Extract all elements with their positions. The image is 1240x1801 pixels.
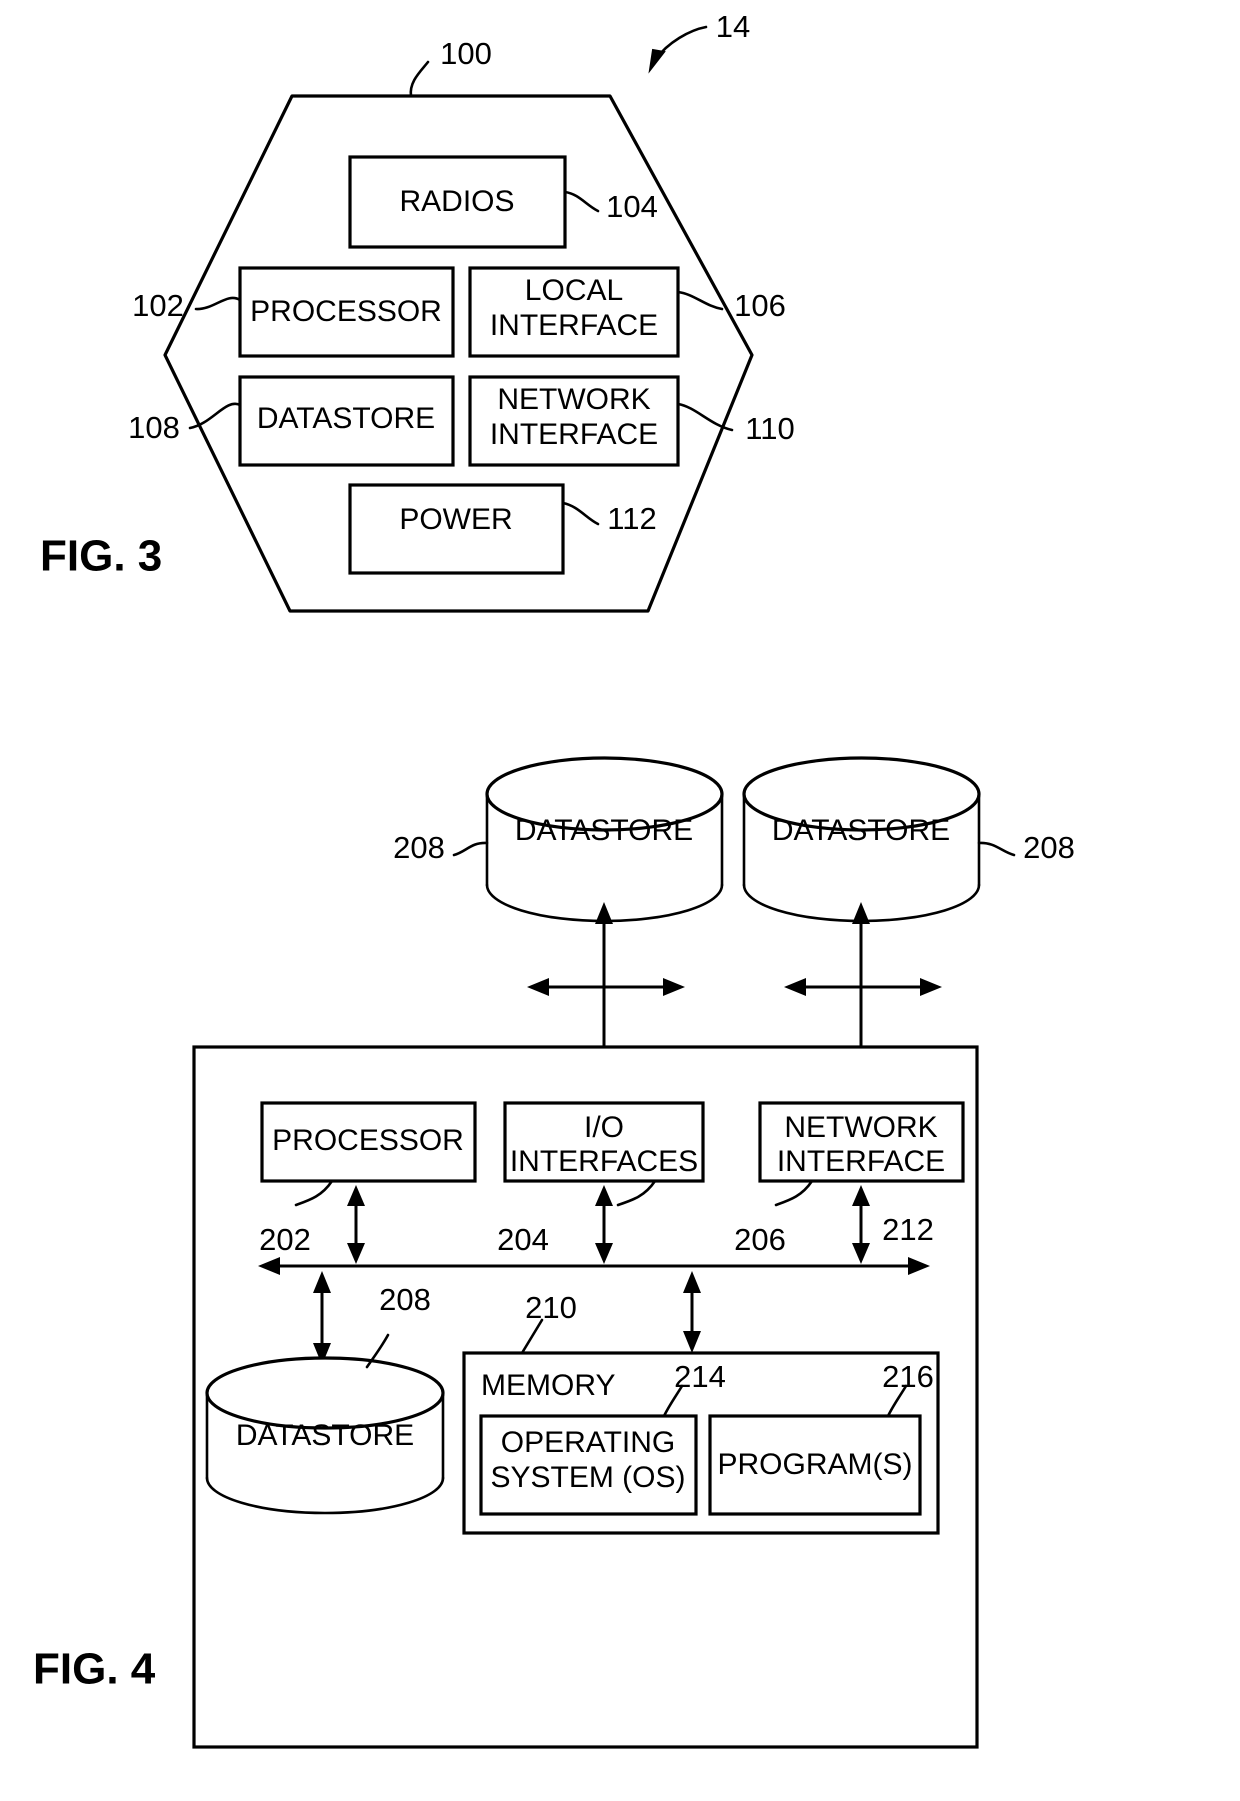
fig4-ref-208-top-left: 208 <box>393 830 445 865</box>
fig3-caption: FIG. 3 <box>40 532 162 581</box>
fig3-system-ref-14: 14 <box>648 9 750 74</box>
fig4-block-io-interfaces-label-1: I/O <box>584 1111 624 1144</box>
fig4-arrow-right-horizontal <box>784 978 942 996</box>
fig4-arrow-left-horizontal <box>527 978 685 996</box>
fig4-block-network-interface-label-2: INTERFACE <box>777 1145 945 1178</box>
fig4-datastore-top-right: DATASTORE 208 <box>742 756 1075 923</box>
fig4-ref-212-label: 212 <box>882 1212 934 1247</box>
fig3-block-datastore-label: DATASTORE <box>257 402 435 435</box>
fig3-block-radios: RADIOS 104 <box>348 155 658 249</box>
fig4-block-memory-label: MEMORY <box>481 1369 615 1402</box>
fig4-ref-202-label: 202 <box>259 1222 311 1257</box>
fig3-ref-104-label: 104 <box>606 189 658 224</box>
fig4-block-network-interface-label-1: NETWORK <box>784 1111 937 1144</box>
figure-4: DATASTORE 208 DATASTORE 208 PROCESSOR 20… <box>33 756 1075 1749</box>
fig3-ref-100-label: 100 <box>440 36 492 71</box>
fig4-ref-204-label: 204 <box>497 1222 549 1257</box>
fig4-ref-214-label: 214 <box>674 1359 726 1394</box>
fig3-ref-14-label: 14 <box>716 9 750 44</box>
fig4-datastore-bottom-label: DATASTORE <box>236 1419 414 1452</box>
fig4-ref-206-label: 206 <box>734 1222 786 1257</box>
fig3-block-datastore: DATASTORE 108 <box>128 375 455 467</box>
fig3-block-local-interface: LOCAL INTERFACE 106 <box>468 266 786 358</box>
figure-3: 14 100 RADIOS 104 PROCESSOR 102 LOCAL IN… <box>40 9 795 613</box>
fig3-block-network-interface-label-2: INTERFACE <box>490 418 658 451</box>
fig4-memory-item-os-label-2: SYSTEM (OS) <box>490 1461 685 1494</box>
fig4-datastore-top-right-label: DATASTORE <box>772 814 950 847</box>
fig4-block-processor-label: PROCESSOR <box>272 1124 464 1157</box>
fig4-ref-208-top-right: 208 <box>1023 830 1075 865</box>
fig3-ref-100: 100 <box>409 36 492 98</box>
fig4-datastore-top-left-label: DATASTORE <box>515 814 693 847</box>
fig3-ref-110-label: 110 <box>745 411 794 446</box>
fig4-ref-208-bottom: 208 <box>379 1282 431 1317</box>
fig4-caption: FIG. 4 <box>33 1645 156 1694</box>
fig4-memory-item-os-label-1: OPERATING <box>501 1426 675 1459</box>
fig4-ref-210-label: 210 <box>525 1290 577 1325</box>
fig3-block-network-interface: NETWORK INTERFACE 110 <box>468 375 795 467</box>
fig3-block-local-interface-label-2: INTERFACE <box>490 309 658 342</box>
fig3-block-radios-label: RADIOS <box>399 185 514 218</box>
fig3-block-network-interface-label-1: NETWORK <box>497 383 650 416</box>
patent-drawing-sheet: 14 100 RADIOS 104 PROCESSOR 102 LOCAL IN… <box>0 0 1240 1801</box>
fig3-block-power: POWER 112 <box>348 483 657 575</box>
fig4-datastore-top-left: DATASTORE 208 <box>393 756 724 923</box>
fig3-ref-106-label: 106 <box>734 288 786 323</box>
fig3-ref-112-label: 112 <box>607 501 656 536</box>
fig4-block-io-interfaces-label-2: INTERFACES <box>510 1145 698 1178</box>
fig4-ref-216-label: 216 <box>882 1359 934 1394</box>
fig3-ref-102-label: 102 <box>132 288 184 323</box>
fig3-block-processor-label: PROCESSOR <box>250 295 442 328</box>
fig3-block-processor: PROCESSOR 102 <box>132 266 455 358</box>
fig3-block-power-label: POWER <box>399 503 512 536</box>
fig3-ref-108-label: 108 <box>128 410 180 445</box>
fig4-memory-item-programs-label: PROGRAM(S) <box>718 1448 913 1481</box>
fig3-block-local-interface-label-1: LOCAL <box>525 274 623 307</box>
